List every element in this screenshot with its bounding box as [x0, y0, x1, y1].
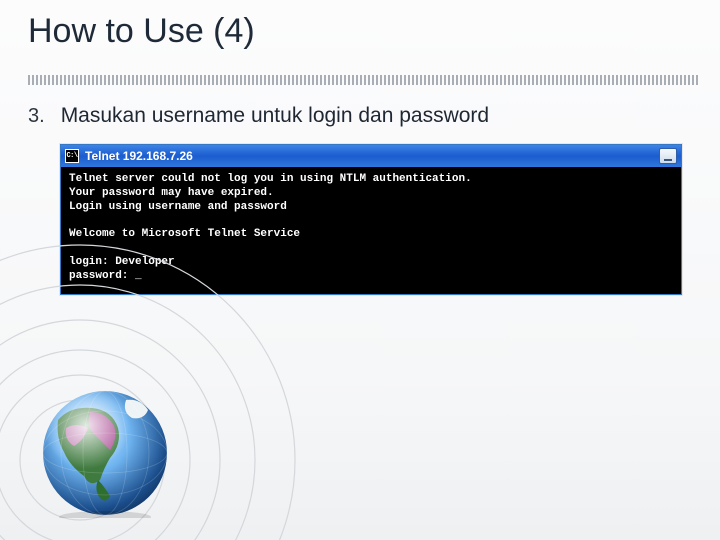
bullet-text: Masukan username untuk login dan passwor…: [61, 104, 489, 128]
terminal-window: C:\ Telnet 192.168.7.26 Telnet server co…: [60, 144, 682, 295]
terminal-blank: [69, 214, 673, 228]
globe-icon: [40, 388, 170, 518]
minimize-icon: [664, 159, 672, 161]
window-title: Telnet 192.168.7.26: [85, 149, 653, 163]
bullet-number: 3.: [28, 105, 45, 128]
terminal-login-line: login: Developer: [69, 256, 673, 270]
terminal-line: Welcome to Microsoft Telnet Service: [69, 228, 673, 242]
minimize-button[interactable]: [659, 148, 677, 164]
terminal-body: Telnet server could not log you in using…: [61, 167, 681, 294]
terminal-blank: [69, 242, 673, 256]
slide-container: How to Use (4) 3. Masukan username untuk…: [0, 0, 720, 540]
terminal-password-line: password: _: [69, 270, 673, 284]
divider: [28, 75, 700, 85]
terminal-line: Telnet server could not log you in using…: [69, 173, 673, 187]
instruction-row: 3. Masukan username untuk login dan pass…: [28, 104, 489, 128]
system-menu-icon-label: C:\: [66, 152, 77, 160]
page-title: How to Use (4): [28, 12, 255, 51]
terminal-line: Your password may have expired.: [69, 187, 673, 201]
system-menu-icon[interactable]: C:\: [65, 149, 79, 163]
terminal-line: Login using username and password: [69, 201, 673, 215]
window-titlebar: C:\ Telnet 192.168.7.26: [61, 145, 681, 167]
